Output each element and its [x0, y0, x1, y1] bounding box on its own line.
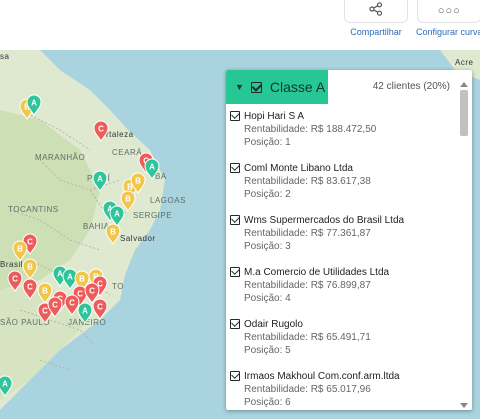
- client-rentability: Rentabilidade: R$ 188.472,50: [244, 124, 377, 135]
- class-a-label: Classe A: [269, 79, 326, 95]
- client-position: Posição: 5: [244, 345, 291, 356]
- map-label-topright: Acre: [455, 58, 474, 67]
- config-curve-button[interactable]: ○○○: [417, 0, 480, 23]
- client-rentability: Rentabilidade: R$ 65.491,71: [244, 332, 371, 343]
- map-label-espirito: TO: [112, 282, 124, 291]
- client-checkbox[interactable]: [230, 215, 240, 225]
- client-position: Posição: 2: [244, 189, 291, 200]
- client-rentability: Rentabilidade: R$ 65.017,96: [244, 384, 371, 395]
- client-position: Posição: 6: [244, 397, 291, 408]
- list-item[interactable]: Hopi Hari S A Rentabilidade: R$ 188.472,…: [226, 108, 458, 160]
- share-tool[interactable]: Compartilhar: [344, 0, 408, 37]
- client-rentability: Rentabilidade: R$ 77.361,87: [244, 228, 371, 239]
- scroll-down-icon[interactable]: [460, 403, 468, 408]
- map-label-saopaulo: SÃO PAULO: [0, 318, 51, 327]
- more-dots-icon: ○○○: [437, 4, 461, 17]
- client-name: Hopi Hari S A: [244, 111, 305, 122]
- share-icon: [369, 1, 383, 21]
- map-label-fortaleza: rtaleza: [106, 130, 134, 139]
- map-label-tocantins: TOCANTINS: [8, 205, 59, 214]
- client-name: Irmaos Makhoul Com.conf.arm.ltda: [244, 371, 400, 382]
- list-item[interactable]: M.a Comercio de Utilidades Ltda Rentabil…: [226, 264, 458, 316]
- map-label-ceara: CEARÁ: [112, 148, 143, 157]
- client-name: M.a Comercio de Utilidades Ltda: [244, 267, 390, 278]
- map-label-piaui: PIAUÍ: [87, 174, 111, 183]
- client-name: Odair Rugolo: [244, 319, 303, 330]
- scroll-thumb[interactable]: [460, 90, 468, 136]
- list-item[interactable]: Coml Monte Libano Ltda Rentabilidade: R$…: [226, 160, 458, 212]
- client-list: Hopi Hari S A Rentabilidade: R$ 188.472,…: [226, 108, 458, 410]
- client-rentability: Rentabilidade: R$ 83.617,38: [244, 176, 371, 187]
- panel-scrollbar[interactable]: [459, 82, 469, 408]
- config-curve-tool[interactable]: ○○○ Configurar curva: [416, 0, 480, 37]
- client-position: Posição: 3: [244, 241, 291, 252]
- client-checkbox[interactable]: [230, 319, 240, 329]
- client-name: Wms Supermercados do Brasil Ltda: [244, 215, 405, 226]
- client-checkbox[interactable]: [230, 371, 240, 381]
- client-count: 42 clientes (20%): [372, 81, 450, 92]
- list-item[interactable]: Irmaos Makhoul Com.conf.arm.ltda Rentabi…: [226, 368, 458, 410]
- top-toolbar: Compartilhar ○○○ Configurar curva: [0, 0, 480, 50]
- scroll-up-icon[interactable]: [460, 82, 468, 87]
- share-button[interactable]: [344, 0, 408, 23]
- client-position: Posição: 4: [244, 293, 291, 304]
- class-legend-panel: ▼ Classe A 42 clientes (20%) Hopi Hari S…: [226, 70, 472, 410]
- client-rentability: Rentabilidade: R$ 76.899,87: [244, 280, 371, 291]
- config-curve-label[interactable]: Configurar curva: [416, 27, 480, 37]
- list-item[interactable]: Wms Supermercados do Brasil Ltda Rentabi…: [226, 212, 458, 264]
- client-checkbox[interactable]: [230, 267, 240, 277]
- map-label-brasil: Brasil: [0, 260, 24, 269]
- map-label-salvador: Salvador: [120, 234, 156, 243]
- client-checkbox[interactable]: [230, 163, 240, 173]
- client-name: Coml Monte Libano Ltda: [244, 163, 353, 174]
- map-label-bahia: BAHIA: [83, 222, 110, 231]
- share-label[interactable]: Compartilhar: [350, 27, 402, 37]
- map-label-topleft: sa: [0, 52, 10, 61]
- map-label-paraiba: BA: [155, 172, 167, 181]
- client-position: Posição: 1: [244, 137, 291, 148]
- list-item[interactable]: Odair Rugolo Rentabilidade: R$ 65.491,71…: [226, 316, 458, 368]
- map-label-janeiro: JANEIRO: [68, 318, 107, 327]
- class-a-toggle[interactable]: ▼ Classe A: [226, 70, 328, 104]
- panel-header: ▼ Classe A 42 clientes (20%): [226, 70, 472, 104]
- map-label-alagoas: LAGOAS: [150, 196, 186, 205]
- map-label-maranhao: MARANHÃO: [35, 153, 86, 162]
- caret-down-icon: ▼: [235, 82, 244, 92]
- class-a-checkbox-icon[interactable]: [250, 81, 262, 93]
- map-label-sergipe: SERGIPE: [133, 211, 173, 220]
- client-checkbox[interactable]: [230, 111, 240, 121]
